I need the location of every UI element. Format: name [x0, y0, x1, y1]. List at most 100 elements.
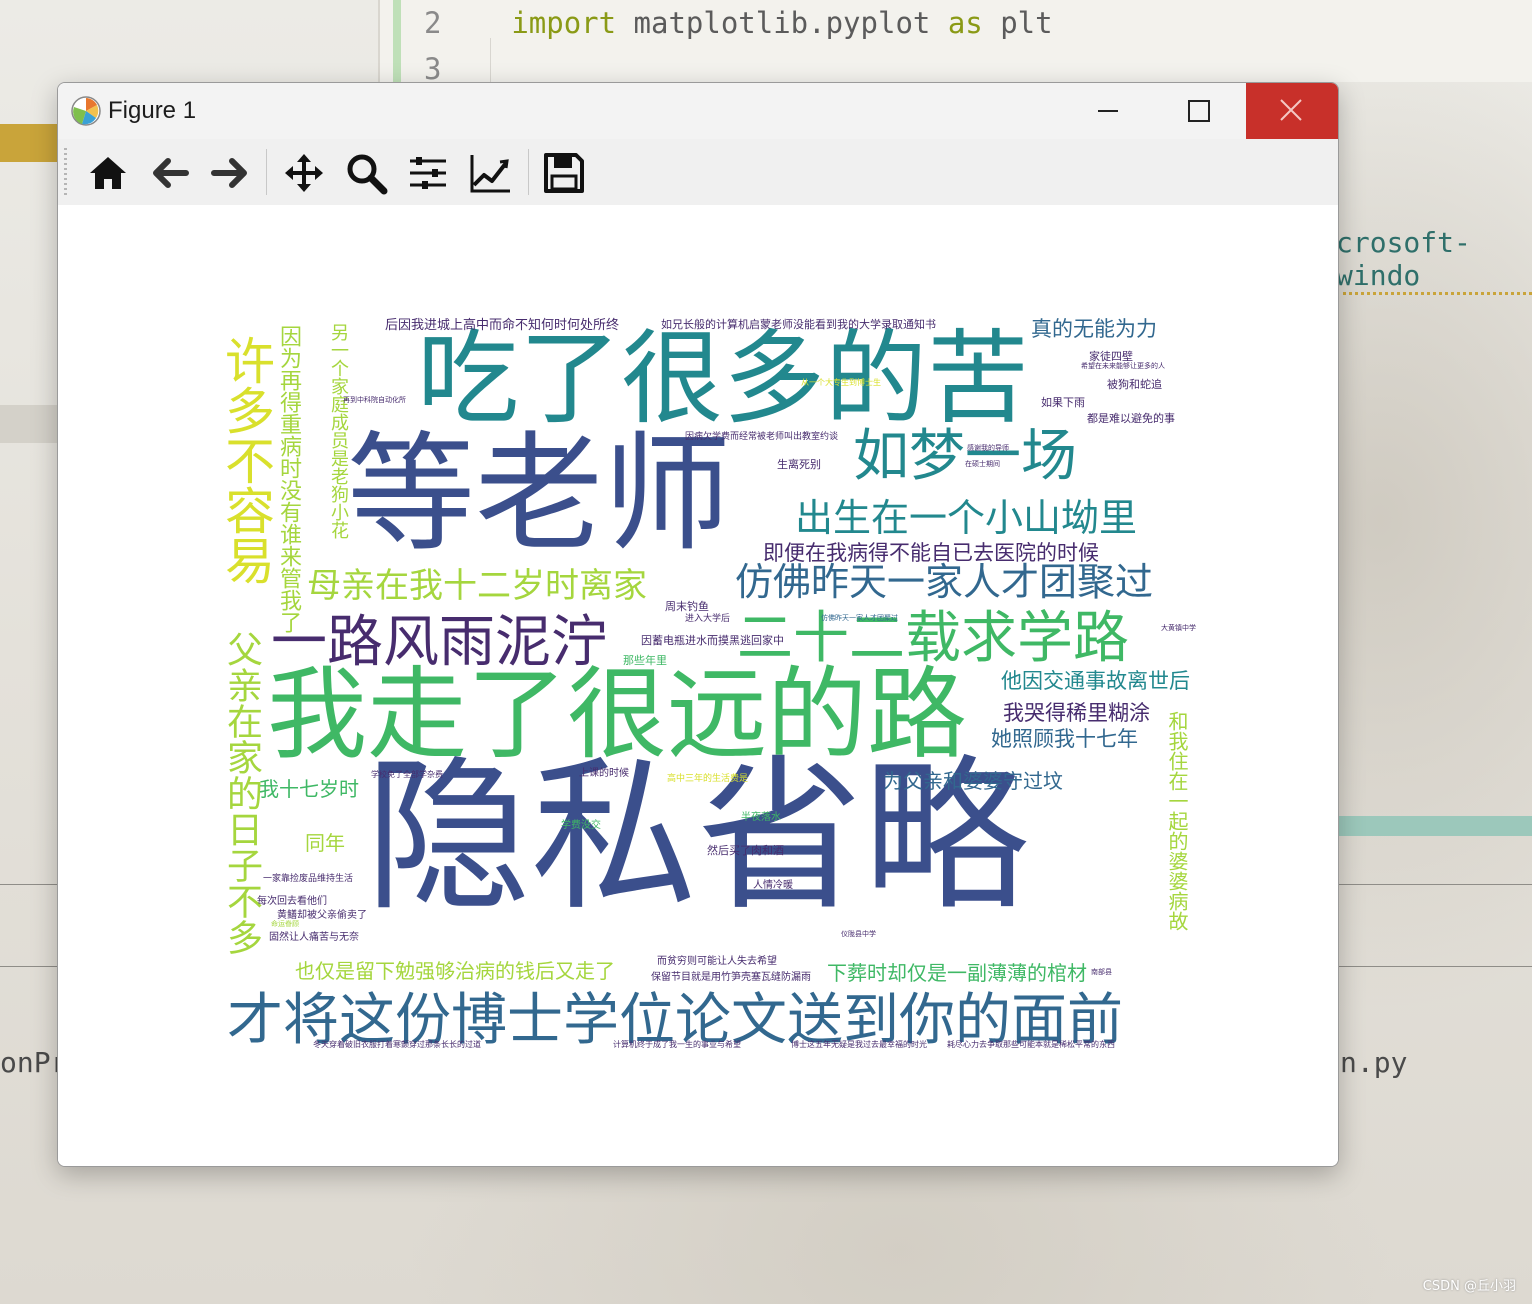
wordcloud-word: 从一个大专生到博士生 — [801, 378, 881, 387]
wordcloud-word: 希望在未来能够让更多的人 — [1081, 362, 1165, 370]
back-icon — [153, 158, 189, 188]
wordcloud-word: 冬天穿着破旧衣服打着寒颤穿过那条长长的过道 — [313, 1040, 481, 1049]
wordcloud-word: 人情冷暖 — [753, 880, 793, 891]
wordcloud-word: 同年 — [305, 831, 345, 855]
wordcloud-word: 耗尽心力去争取那些可能本就是稀松平常的东西 — [947, 1040, 1115, 1049]
wordcloud-word: 周末钓鱼 — [665, 600, 709, 613]
line-number: 3 — [424, 52, 442, 86]
wordcloud-word: 如兄长般的计算机启蒙老师没能看到我的大学录取通知书 — [661, 318, 936, 331]
editor-tab-marker — [0, 124, 58, 162]
save-button[interactable] — [542, 151, 586, 195]
pan-button[interactable] — [282, 151, 326, 195]
code-line-3: 3 — [424, 52, 441, 86]
wordcloud-word: 一路风雨泥泞 — [271, 610, 607, 675]
wordcloud-word: 和我住在一起的婆婆病故 — [1165, 711, 1189, 931]
wordcloud-word: 他因交通事故离世后 — [1001, 669, 1190, 693]
wordcloud-word: 我哭得稀里糊涂 — [1003, 701, 1150, 725]
wordcloud-word: 二十二载求学路 — [737, 606, 1129, 671]
wordcloud-word: 她照顾我十七年 — [991, 727, 1138, 751]
file-name-fragment: n.py — [1340, 1046, 1408, 1079]
wordcloud-word: 仿佛昨天一家人才团聚过 — [821, 614, 898, 622]
wordcloud-word: 我十七岁时 — [259, 777, 359, 801]
code-keyword: import — [511, 6, 617, 40]
wordcloud-word: 每次回去看他们 — [257, 896, 327, 907]
home-button[interactable] — [86, 151, 130, 195]
wordcloud-word: 吃了很多的苦 — [417, 320, 1029, 439]
line-number: 2 — [424, 6, 442, 40]
wordcloud-word: 然后买了肉和酒 — [707, 844, 784, 857]
wordcloud-word: 即便在我病得不能自已去医院的时候 — [763, 541, 1099, 565]
editor-divider — [378, 0, 380, 82]
wordcloud-word: 出生在一个小山坳里 — [795, 496, 1138, 540]
wordcloud-word: 家徒四壁 — [1089, 350, 1133, 363]
wordcloud-word: 固然让人痛苦与无奈 — [269, 932, 359, 943]
wordcloud-word: 真的无能为力 — [1031, 317, 1157, 341]
wordcloud-word: 父亲在家的日子不多 — [221, 631, 262, 955]
minimize-button[interactable] — [1062, 83, 1152, 139]
wordcloud-word: 也仅是留下勉强够治病的钱后又走了 — [295, 959, 615, 983]
customize-button[interactable] — [468, 151, 512, 195]
wordcloud-word: 仿佛昨天一家人才团聚过 — [735, 560, 1154, 604]
wordcloud-word: 都是难以避免的事 — [1087, 412, 1175, 425]
code-alias: plt — [1000, 6, 1053, 40]
wordcloud-word: 学校免了全部学杂费 — [371, 770, 443, 779]
title-bar[interactable]: Figure 1 — [58, 83, 1338, 139]
subplots-button[interactable] — [406, 151, 450, 195]
wordcloud-word: 仪陇县中学 — [841, 930, 876, 938]
wordcloud-word: 计算机终于成了我一生的事业与希望 — [613, 1040, 741, 1049]
wordcloud-word: 再到中科院自动化所 — [343, 396, 406, 404]
wordcloud-image: 隐私省略 等老师 吃了很多的苦 我走了很远的路 才将这份博士学位论文送到你的面前… — [221, 315, 1208, 1056]
home-icon — [90, 157, 126, 189]
wordcloud-word: 学费没交 — [561, 820, 601, 831]
wordcloud-word: 因为再得重病时没有谁来管我了 — [276, 325, 301, 633]
wordcloud-word: 如果下雨 — [1041, 396, 1085, 409]
zoom-icon — [347, 154, 388, 195]
editor-change-marker — [393, 0, 401, 82]
window-title: Figure 1 — [108, 97, 197, 124]
editor-text-fragment: crosoft-windo — [1336, 226, 1532, 295]
matplotlib-logo-icon — [71, 96, 101, 126]
editor-highlight-band — [0, 405, 58, 443]
wordcloud-word: 等老师 — [347, 420, 732, 569]
wordcloud-word: 进入大学后 — [685, 614, 731, 624]
maximize-icon — [1188, 100, 1210, 122]
code-line-2: 2 import matplotlib.pyplot as plt — [424, 6, 1053, 40]
wordcloud-word: 感谢我的导师 — [967, 444, 1009, 452]
wordcloud-word: 因蓄电瓶进水而摸黑逃回家中 — [641, 634, 784, 647]
forward-icon — [211, 158, 247, 188]
wordcloud-word: 保留节目就是用竹笋壳塞瓦缝防漏雨 — [651, 972, 811, 983]
wordcloud-word: 博士这五年无疑是我过去最幸福的时光 — [791, 1040, 927, 1049]
wordcloud-word: 我走了很远的路 — [267, 656, 967, 773]
wordcloud-word: 大黄镇中学 — [1161, 624, 1196, 632]
wordcloud-word: 命运眷顾 — [271, 920, 299, 928]
wordcloud-word: 高中三年的生活费是 — [667, 774, 749, 784]
close-button[interactable] — [1246, 83, 1338, 139]
close-icon — [1280, 99, 1302, 121]
wordcloud-word: 许多不容易 — [221, 335, 275, 585]
wordcloud-word: 上课的时候 — [579, 768, 629, 779]
wordcloud-word: 那些年里 — [623, 654, 667, 667]
back-button[interactable] — [148, 151, 192, 195]
zoom-button[interactable] — [344, 151, 388, 195]
wordcloud-word: 南部县 — [1091, 968, 1112, 976]
wordcloud-word: 下葬时却仅是一副薄薄的棺材 — [827, 961, 1087, 985]
wordcloud-word: 半夜落水 — [741, 812, 781, 823]
indent-guide — [490, 38, 491, 82]
wordcloud-word: 因病欠学费而经常被老师叫出教室约谈 — [685, 432, 839, 442]
subplots-icon — [410, 157, 446, 189]
wordcloud-word: 为父亲和婆婆守过坟 — [883, 769, 1063, 793]
figure-window: Figure 1 隐私省略 等老师 吃了很多的苦 我走了很远的路 才将这份博士学… — [57, 82, 1339, 1167]
customize-icon — [470, 155, 510, 193]
maximize-button[interactable] — [1152, 83, 1242, 139]
wordcloud-word: 生离死别 — [777, 458, 821, 471]
navigation-toolbar — [58, 139, 1338, 206]
editor-highlight-band — [1338, 816, 1532, 836]
watermark: CSDN @丘小羽 — [1422, 1279, 1516, 1294]
toolbar-grip[interactable] — [64, 148, 67, 196]
wordcloud-word: 一家靠捡废品维持生活 — [263, 874, 354, 884]
forward-button[interactable] — [208, 151, 252, 195]
wordcloud-word: 而贫穷则可能让人失去希望 — [657, 956, 777, 967]
wordcloud-word: 在硕士期间 — [965, 460, 1000, 468]
figure-canvas[interactable]: 隐私省略 等老师 吃了很多的苦 我走了很远的路 才将这份博士学位论文送到你的面前… — [58, 205, 1338, 1166]
toolbar-separator — [266, 149, 267, 195]
